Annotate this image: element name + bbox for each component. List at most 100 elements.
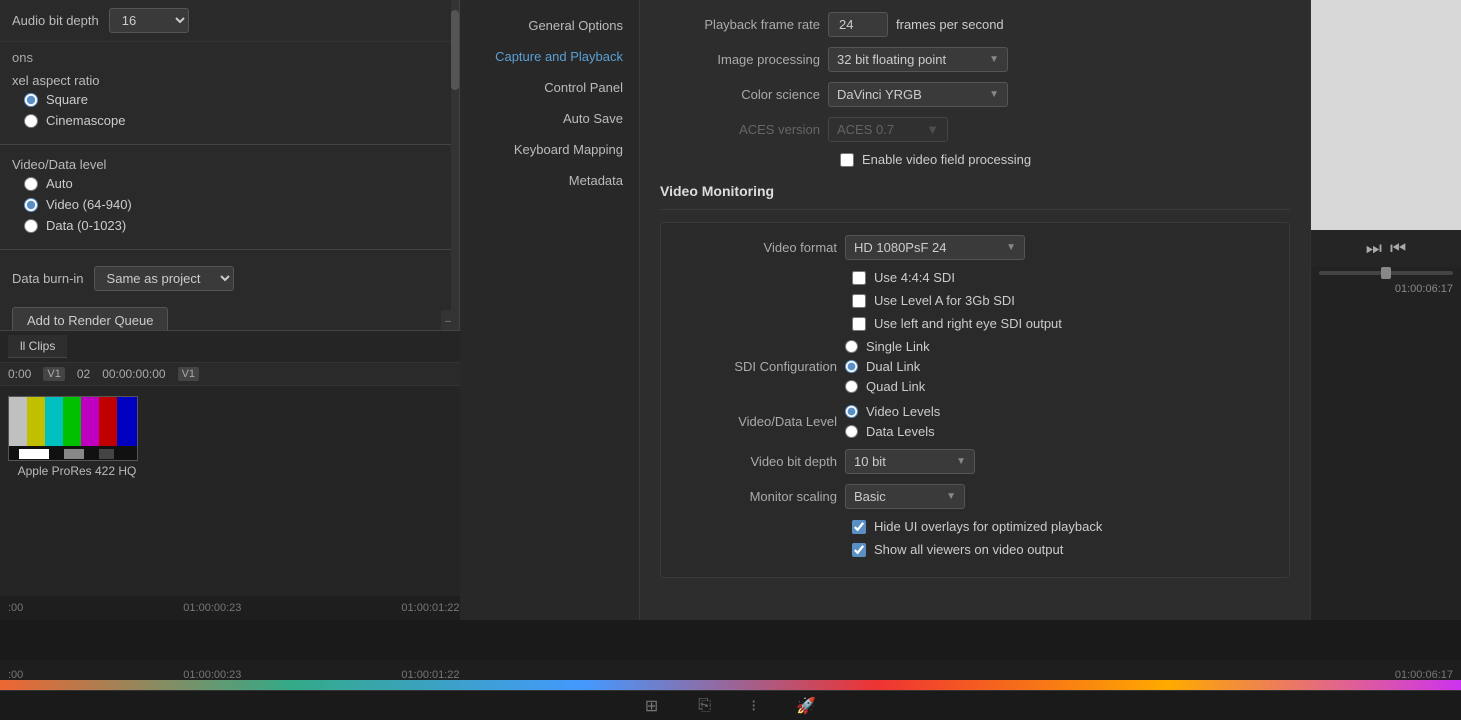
color-science-value: DaVinci YRGB xyxy=(837,87,922,102)
color-science-label: Color science xyxy=(660,87,820,102)
quad-link-label: Quad Link xyxy=(866,379,925,394)
dialog-main-content: Playback frame rate 24 frames per second… xyxy=(640,0,1310,620)
clip-thumbnail[interactable] xyxy=(8,396,138,461)
dual-link-radio[interactable] xyxy=(845,360,858,373)
sdi-config-row: SDI Configuration Single Link Dual Link … xyxy=(677,339,1273,394)
cinemascope-radio[interactable] xyxy=(24,114,38,128)
next-frame-button[interactable]: ⏭ xyxy=(1366,238,1382,259)
timecodes-row: 0:00 V1 02 00:00:00:00 V1 xyxy=(0,363,460,386)
clip-thumbnail-wrapper: Apple ProRes 422 HQ xyxy=(8,396,138,478)
playback-frame-rate-value: 24 xyxy=(828,12,888,37)
monitor-scaling-dropdown[interactable]: Basic ▼ xyxy=(845,484,965,509)
data-burnin-label: Data burn-in xyxy=(12,271,84,286)
pixel-aspect-label: xel aspect ratio xyxy=(12,73,99,88)
audio-bit-depth-select[interactable]: 16 24 32 xyxy=(109,8,189,33)
data-burnin-select[interactable]: Same as project xyxy=(94,266,234,291)
video-data-radio-group: Auto Video (64-940) Data (0-1023) xyxy=(12,172,447,237)
sidebar-item-general-options[interactable]: General Options xyxy=(460,10,639,41)
video-format-dropdown[interactable]: HD 1080PsF 24 ▼ xyxy=(845,235,1025,260)
show-all-viewers-label: Show all viewers on video output xyxy=(874,542,1063,557)
use-444-sdi-label: Use 4:4:4 SDI xyxy=(874,270,955,285)
hide-ui-overlays-row: Hide UI overlays for optimized playback xyxy=(677,519,1273,534)
data-0-radio-row: Data (0-1023) xyxy=(24,218,435,233)
show-all-viewers-checkbox[interactable] xyxy=(852,543,866,557)
network-icon[interactable]: ⎘ xyxy=(698,697,711,715)
v1-badge-left: V1 xyxy=(43,367,64,381)
use-444-sdi-checkbox[interactable] xyxy=(852,271,866,285)
video-64-radio-row: Video (64-940) xyxy=(24,197,435,212)
section-ons-label: ons xyxy=(0,42,459,69)
use-level-a-checkbox[interactable] xyxy=(852,294,866,308)
dual-link-row: Dual Link xyxy=(845,359,930,374)
v1-badge-right: V1 xyxy=(178,367,199,381)
playback-frame-rate-label: Playback frame rate xyxy=(660,17,820,32)
color-science-dropdown[interactable]: DaVinci YRGB ▼ xyxy=(828,82,1008,107)
video-64-radio[interactable] xyxy=(24,198,38,212)
square-radio[interactable] xyxy=(24,93,38,107)
prev-frame-button[interactable]: ⏮ xyxy=(1390,238,1406,259)
cinemascope-radio-row: Cinemascope xyxy=(24,113,435,128)
video-data-level-row: Video/Data Level Video Levels Data Level… xyxy=(677,404,1273,439)
frames-per-second-label: frames per second xyxy=(896,17,1004,32)
data-levels-radio[interactable] xyxy=(845,425,858,438)
sidebar-item-auto-save[interactable]: Auto Save xyxy=(460,103,639,134)
auto-radio[interactable] xyxy=(24,177,38,191)
data-levels-row: Data Levels xyxy=(845,424,940,439)
square-label: Square xyxy=(46,92,88,107)
video-levels-label: Video Levels xyxy=(866,404,940,419)
grid-icon[interactable]: ⊞ xyxy=(645,696,658,716)
video-format-row: Video format HD 1080PsF 24 ▼ xyxy=(677,235,1273,260)
video-levels-row: Video Levels xyxy=(845,404,940,419)
single-link-label: Single Link xyxy=(866,339,930,354)
enable-video-field-row: Enable video field processing xyxy=(660,152,1290,167)
image-processing-dropdown[interactable]: 32 bit floating point ▼ xyxy=(828,47,1008,72)
auto-label: Auto xyxy=(46,176,73,191)
preview-area xyxy=(1311,0,1461,230)
enable-video-field-checkbox[interactable] xyxy=(840,153,854,167)
data-levels-label: Data Levels xyxy=(866,424,935,439)
pixel-aspect-section: xel aspect ratio Square Cinemascope xyxy=(0,69,459,136)
color-science-arrow: ▼ xyxy=(989,89,999,100)
video-data-level-radio-group: Video Levels Data Levels xyxy=(845,404,940,439)
rocket-icon[interactable]: 🚀 xyxy=(796,696,816,716)
use-444-sdi-row: Use 4:4:4 SDI xyxy=(677,270,1273,285)
hide-ui-overlays-checkbox[interactable] xyxy=(852,520,866,534)
timecode-02: 02 xyxy=(77,367,90,381)
all-clips-tab[interactable]: ll Clips xyxy=(8,335,67,358)
clip-thumbnail-area: Apple ProRes 422 HQ xyxy=(0,386,460,488)
square-radio-row: Square xyxy=(24,92,435,107)
playback-controls: ⏭ ⏮ xyxy=(1311,230,1461,267)
video-bit-depth-row: Video bit depth 10 bit ▼ xyxy=(677,449,1273,474)
video-bit-depth-value: 10 bit xyxy=(854,454,886,469)
video-data-section: Video/Data level Auto Video (64-940) Dat… xyxy=(0,153,459,241)
quad-link-radio[interactable] xyxy=(845,380,858,393)
dots-icon[interactable]: ⁝ xyxy=(751,696,756,716)
progress-bar[interactable] xyxy=(1319,271,1453,275)
clip-time-mid2: 01:00:01:22 xyxy=(401,602,459,614)
enable-video-field-label: Enable video field processing xyxy=(862,152,1031,167)
quad-link-row: Quad Link xyxy=(845,379,930,394)
sidebar-item-keyboard-mapping[interactable]: Keyboard Mapping xyxy=(460,134,639,165)
dialog-overlay: General Options Capture and Playback Con… xyxy=(460,0,1310,620)
data-burnin-row: Data burn-in Same as project xyxy=(0,258,459,299)
use-left-right-eye-row: Use left and right eye SDI output xyxy=(677,316,1273,331)
video-bit-depth-dropdown[interactable]: 10 bit ▼ xyxy=(845,449,975,474)
progress-thumb xyxy=(1381,267,1391,279)
sdi-config-label: SDI Configuration xyxy=(677,359,837,374)
color-science-row: Color science DaVinci YRGB ▼ xyxy=(660,82,1290,107)
sidebar-item-control-panel[interactable]: Control Panel xyxy=(460,72,639,103)
single-link-radio[interactable] xyxy=(845,340,858,353)
right-timecode: 01:00:06:17 xyxy=(1311,279,1461,299)
sidebar-item-metadata[interactable]: Metadata xyxy=(460,165,639,196)
sidebar-item-capture-playback[interactable]: Capture and Playback xyxy=(460,41,639,72)
aces-arrow: ▼ xyxy=(926,122,939,137)
cinemascope-label: Cinemascope xyxy=(46,113,126,128)
data-0-radio[interactable] xyxy=(24,219,38,233)
dialog-sidebar: General Options Capture and Playback Con… xyxy=(460,0,640,620)
use-left-right-eye-label: Use left and right eye SDI output xyxy=(874,316,1062,331)
video-levels-radio[interactable] xyxy=(845,405,858,418)
separator-1 xyxy=(0,144,459,145)
use-left-right-eye-checkbox[interactable] xyxy=(852,317,866,331)
clip-time-start: :00 xyxy=(8,602,23,614)
hide-ui-overlays-label: Hide UI overlays for optimized playback xyxy=(874,519,1102,534)
